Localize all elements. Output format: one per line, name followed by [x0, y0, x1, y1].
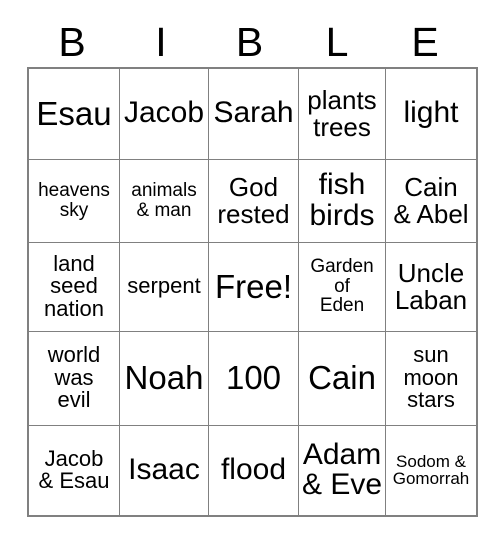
- bingo-cell-text: Noah: [124, 359, 204, 397]
- bingo-cell-text: sun moon stars: [403, 342, 459, 413]
- bingo-cell-text: Sarah: [213, 96, 294, 130]
- bingo-cell-text: serpent: [127, 273, 201, 299]
- bingo-cell-text: Garden of Eden: [310, 256, 374, 317]
- bingo-cell[interactable]: land seed nation: [27, 241, 120, 332]
- bingo-cell[interactable]: plants trees: [298, 67, 386, 160]
- bingo-cell-text: plants trees: [307, 85, 377, 142]
- bingo-cell[interactable]: Sarah: [208, 67, 299, 160]
- bingo-cell[interactable]: Jacob & Esau: [27, 424, 120, 517]
- bingo-cell[interactable]: Adam & Eve: [298, 424, 386, 517]
- bingo-cell-text: Jacob: [123, 96, 205, 130]
- bingo-cell[interactable]: world was evil: [27, 330, 120, 426]
- bingo-cell-text: Isaac: [128, 452, 200, 486]
- bingo-row: heavens sky animals & man God rested fis…: [27, 158, 478, 243]
- bingo-cell[interactable]: flood: [208, 424, 299, 517]
- bingo-row: land seed nation serpent Free! Garden of…: [27, 241, 478, 332]
- bingo-cell-text: Jacob & Esau: [38, 445, 110, 494]
- header-letter-1: I: [155, 19, 167, 65]
- bingo-cell-text: Adam & Eve: [301, 437, 383, 502]
- bingo-cell[interactable]: light: [385, 67, 478, 160]
- bingo-row: Esau Jacob Sarah plants trees light: [27, 67, 478, 160]
- bingo-cell[interactable]: sun moon stars: [385, 330, 478, 426]
- bingo-cell[interactable]: Isaac: [119, 424, 209, 517]
- bingo-cell-text: animals & man: [131, 180, 197, 221]
- bingo-cell-text: Cain: [308, 359, 376, 397]
- bingo-cell-text: fish birds: [309, 167, 375, 232]
- bingo-cell-text: God rested: [217, 171, 290, 229]
- bingo-cell[interactable]: Uncle Laban: [385, 241, 478, 332]
- bingo-header: B I B L E: [27, 18, 470, 67]
- bingo-cell[interactable]: 100: [208, 330, 299, 426]
- bingo-cell-text: world was evil: [47, 342, 101, 413]
- bingo-cell[interactable]: Esau: [27, 67, 120, 160]
- bingo-cell-text: Free!: [214, 267, 293, 305]
- bingo-cell[interactable]: Jacob: [119, 67, 209, 160]
- bingo-cell[interactable]: Cain: [298, 330, 386, 426]
- bingo-cell[interactable]: Noah: [119, 330, 209, 426]
- bingo-row: Jacob & Esau Isaac flood Adam & Eve Sodo…: [27, 424, 478, 517]
- bingo-cell-free[interactable]: Free!: [208, 241, 299, 332]
- header-letter-2: B: [235, 19, 264, 65]
- bingo-cell-text: light: [403, 96, 459, 130]
- bingo-cell-text: flood: [220, 452, 287, 486]
- bingo-cell-text: land seed nation: [44, 250, 104, 321]
- bingo-cell-text: Sodom & Gomorrah: [392, 451, 470, 489]
- bingo-cell[interactable]: heavens sky: [27, 158, 120, 243]
- header-letter-0: B: [58, 19, 86, 65]
- bingo-grid: Esau Jacob Sarah plants trees light heav…: [27, 67, 478, 517]
- bingo-cell-text: Uncle Laban: [394, 257, 468, 315]
- bingo-cell[interactable]: Garden of Eden: [298, 241, 386, 332]
- header-letter-3: L: [325, 19, 349, 65]
- bingo-cell[interactable]: Sodom & Gomorrah: [385, 424, 478, 517]
- bingo-card: B I B L E Esau Jacob Sarah plants trees …: [27, 18, 478, 517]
- bingo-cell-text: Cain & Abel: [393, 171, 469, 229]
- bingo-cell[interactable]: Cain & Abel: [385, 158, 478, 243]
- bingo-cell[interactable]: serpent: [119, 241, 209, 332]
- header-letter-4: E: [411, 19, 439, 65]
- bingo-cell[interactable]: animals & man: [119, 158, 209, 243]
- bingo-cell-text: heavens sky: [38, 180, 110, 221]
- bingo-cell[interactable]: fish birds: [298, 158, 386, 243]
- bingo-cell-text: 100: [225, 359, 282, 397]
- bingo-cell[interactable]: God rested: [208, 158, 299, 243]
- bingo-row: world was evil Noah 100 Cain sun moon st…: [27, 330, 478, 426]
- bingo-cell-text: Esau: [36, 94, 112, 132]
